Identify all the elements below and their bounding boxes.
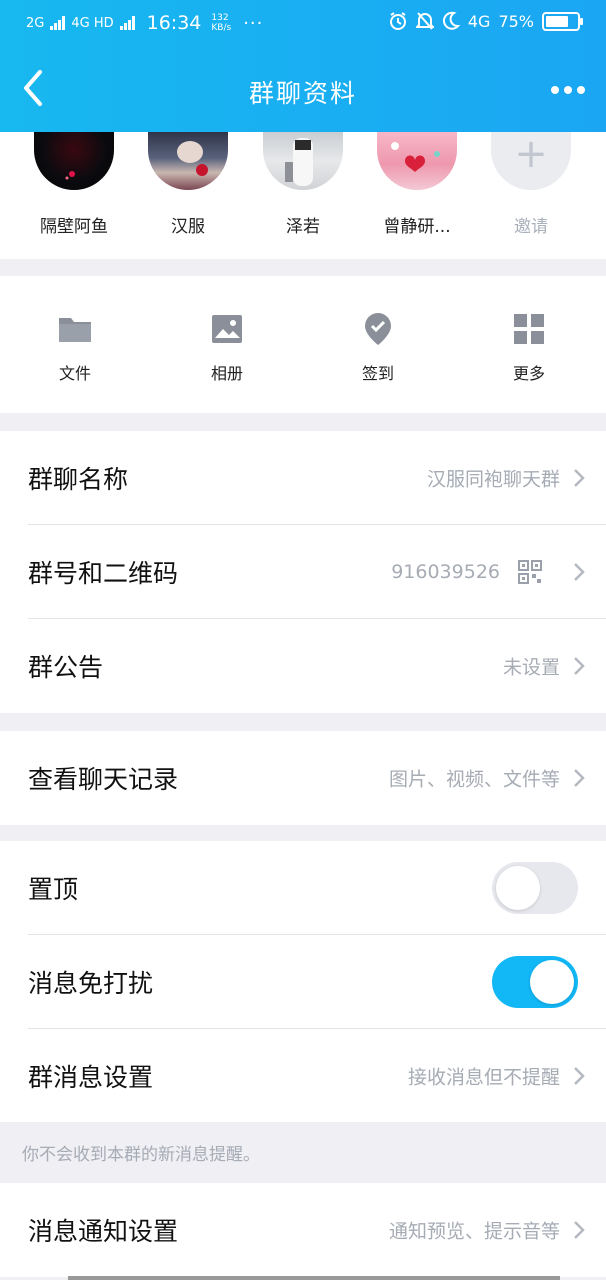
files-button[interactable]: 文件 (20, 312, 130, 384)
announcement-value: 未设置 (502, 656, 560, 679)
album-label: 相册 (210, 364, 243, 383)
status-right: 4G 75% (388, 11, 583, 31)
members-section: 隔壁阿鱼 汉服 泽若 曾静研... + 邀请 (0, 132, 606, 259)
home-indicator (68, 1276, 560, 1280)
network-1-label: 2G (26, 15, 45, 31)
dot-icon (564, 86, 572, 94)
folder-icon (59, 318, 91, 342)
chevron-right-icon (574, 469, 585, 487)
do-not-disturb-label: 消息免打扰 (28, 969, 154, 998)
toggle-knob (496, 866, 540, 910)
checkin-icon (365, 313, 391, 345)
speed-unit: KB/s (211, 23, 232, 33)
alarm-icon (389, 12, 406, 30)
add-icon: + (491, 132, 571, 190)
notification-settings-label: 消息通知设置 (28, 1217, 179, 1246)
member-name: 隔壁阿鱼 (40, 217, 108, 237)
battery-fill (546, 15, 568, 27)
notification-settings-row[interactable]: 消息通知设置 通知预览、提示音等 (0, 1183, 606, 1277)
group-message-settings-label: 群消息设置 (28, 1063, 154, 1092)
status-bar: 2G 4G HD 16:34 132 KB/s ··· 4G 75% (0, 0, 606, 46)
network-3-label: 4G (467, 11, 491, 31)
notification-settings-value: 通知预览、提示音等 (388, 1220, 560, 1243)
member-item[interactable]: 汉服 (133, 132, 243, 237)
invite-label: 邀请 (514, 217, 548, 237)
member-name: 曾静研... (383, 217, 451, 237)
chevron-right-icon (574, 769, 585, 787)
status-time: 16:34 (146, 12, 202, 34)
group-message-settings-row[interactable]: 群消息设置 接收消息但不提醒 (0, 1029, 606, 1123)
more-options-button[interactable] (546, 70, 590, 110)
battery-icon (542, 11, 583, 31)
group-message-settings-value: 接收消息但不提醒 (407, 1066, 560, 1089)
tools-section: 文件 相册 签到 更多 (0, 276, 606, 413)
do-not-disturb-row: 消息免打扰 (0, 935, 606, 1029)
files-label: 文件 (58, 364, 91, 383)
qr-code-icon (518, 560, 542, 584)
mute-bell-icon (415, 12, 434, 30)
chat-history-label: 查看聊天记录 (28, 765, 179, 794)
checkin-button[interactable]: 签到 (323, 312, 433, 384)
group-number-value: 916039526 (391, 561, 500, 583)
mute-hint: 你不会收到本群的新消息提醒。 (0, 1122, 606, 1182)
chevron-right-icon (574, 1221, 585, 1239)
moon-icon (442, 11, 460, 30)
group-number-label: 群号和二维码 (28, 559, 179, 588)
member-name: 汉服 (171, 217, 205, 237)
avatar (377, 132, 457, 190)
signal-icon (50, 16, 66, 30)
pin-top-label: 置顶 (28, 875, 79, 904)
member-name: 泽若 (286, 217, 320, 237)
album-button[interactable]: 相册 (172, 312, 282, 384)
checkin-label: 签到 (361, 364, 394, 383)
status-left: 2G 4G HD 16:34 132 KB/s ··· (26, 12, 263, 34)
status-more-icon: ··· (243, 12, 264, 34)
toggle-knob (530, 960, 574, 1004)
announcement-row[interactable]: 群公告 未设置 (0, 619, 606, 713)
group-number-row[interactable]: 群号和二维码 916039526 (0, 525, 606, 619)
member-item[interactable]: 泽若 (248, 132, 358, 237)
chevron-right-icon (574, 657, 585, 675)
avatar (148, 132, 228, 190)
network-2-label: 4G HD (71, 15, 114, 31)
signal-icon (119, 16, 135, 30)
avatar (34, 132, 114, 190)
nav-bar: 群聊资料 (0, 46, 606, 132)
more-tools-button[interactable]: 更多 (474, 312, 584, 384)
member-item[interactable]: 隔壁阿鱼 (19, 132, 129, 237)
member-item[interactable]: 曾静研... (362, 132, 472, 237)
avatar (263, 132, 343, 190)
mute-hint-text: 你不会收到本群的新消息提醒。 (22, 1145, 260, 1165)
pin-top-row: 置顶 (0, 841, 606, 935)
group-name-label: 群聊名称 (28, 465, 129, 494)
more-tools-label: 更多 (512, 364, 545, 383)
group-name-row[interactable]: 群聊名称 汉服同袍聊天群 (0, 431, 606, 525)
chevron-right-icon (574, 563, 585, 581)
page-title: 群聊资料 (248, 79, 357, 108)
chat-history-value: 图片、视频、文件等 (388, 768, 560, 791)
grid-icon (514, 314, 544, 344)
do-not-disturb-toggle[interactable] (492, 956, 578, 1008)
battery-percent: 75% (498, 11, 534, 31)
group-name-value: 汉服同袍聊天群 (426, 468, 560, 491)
network-speed: 132 KB/s (211, 13, 231, 33)
dot-icon (551, 86, 559, 94)
speed-value: 132 (211, 13, 229, 23)
announcement-label: 群公告 (28, 653, 104, 682)
pin-top-toggle[interactable] (492, 862, 578, 914)
dot-icon (577, 86, 585, 94)
chevron-right-icon (574, 1067, 585, 1085)
image-icon (212, 315, 242, 343)
invite-member-button[interactable]: + 邀请 (476, 132, 586, 237)
chat-history-row[interactable]: 查看聊天记录 图片、视频、文件等 (0, 731, 606, 825)
